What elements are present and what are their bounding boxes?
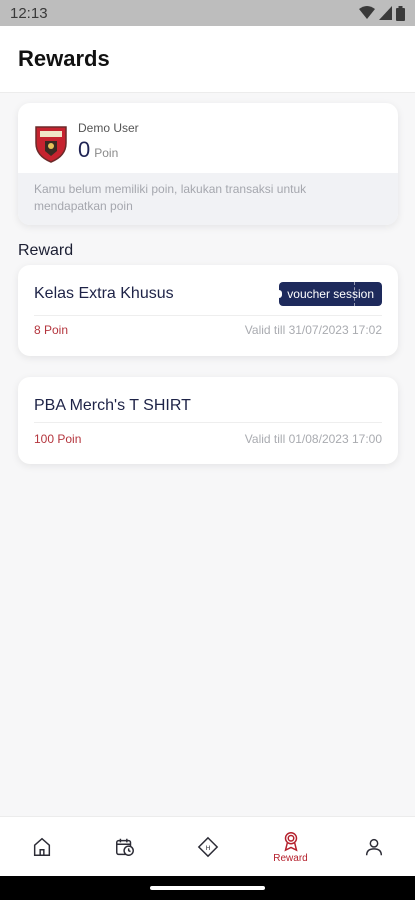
voucher-badge: voucher session	[276, 282, 382, 306]
nav-profile[interactable]	[332, 817, 415, 876]
reward-points: 8 Poin	[34, 323, 69, 337]
points-unit: Poin	[94, 146, 119, 160]
points-value: 0	[78, 137, 91, 162]
reward-validity: Valid till 01/08/2023 17:00	[244, 432, 382, 446]
bottom-nav: H Reward	[0, 816, 415, 876]
status-icons	[359, 5, 405, 21]
nav-schedule[interactable]	[83, 817, 166, 876]
award-ribbon-icon	[283, 831, 298, 852]
signal-icon	[379, 6, 392, 20]
status-time: 12:13	[10, 4, 48, 22]
user-name: Demo User	[78, 121, 139, 135]
no-points-note: Kamu belum memiliki poin, lakukan transa…	[18, 173, 398, 225]
wifi-icon	[359, 6, 375, 19]
calendar-clock-icon	[115, 838, 134, 856]
diamond-logo-icon: H	[197, 836, 218, 857]
reward-points: 100 Poin	[34, 432, 82, 446]
reward-card[interactable]: Kelas Extra Khusus voucher session 8 Poi…	[18, 265, 398, 356]
page-title: Rewards	[18, 46, 110, 71]
reward-title: PBA Merch's T SHIRT	[34, 397, 191, 414]
nav-reward-label: Reward	[273, 852, 308, 864]
status-bar: 12:13	[0, 0, 415, 26]
battery-icon	[396, 5, 405, 21]
reward-title: Kelas Extra Khusus	[34, 285, 174, 302]
club-logo-icon	[35, 126, 67, 163]
reward-validity: Valid till 31/07/2023 17:02	[244, 323, 382, 337]
reward-card[interactable]: PBA Merch's T SHIRT 100 Poin Valid till …	[18, 377, 398, 464]
system-gesture-bar	[0, 876, 415, 900]
home-icon	[33, 837, 50, 856]
nav-home[interactable]	[0, 817, 83, 876]
card-divider	[34, 422, 382, 423]
nav-reward[interactable]: Reward	[249, 817, 332, 876]
reward-section-title: Reward	[18, 242, 74, 259]
nav-center[interactable]: H	[166, 817, 249, 876]
svg-text:H: H	[205, 843, 210, 851]
home-gesture-pill[interactable]	[150, 886, 265, 890]
app-header: Rewards	[0, 26, 415, 93]
profile-icon	[365, 838, 382, 855]
user-points-card: Demo User 0 Poin Kamu belum memiliki poi…	[18, 103, 398, 225]
card-divider	[34, 315, 382, 316]
